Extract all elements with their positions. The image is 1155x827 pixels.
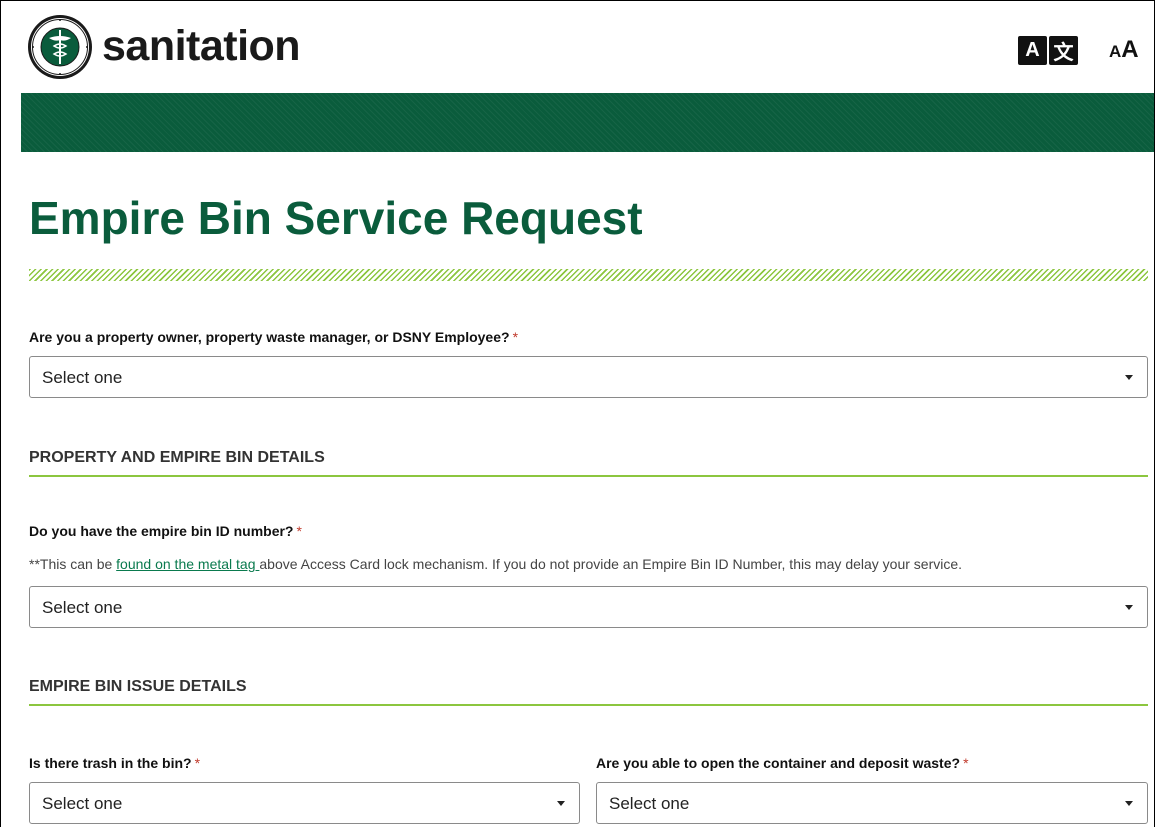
chevron-down-icon bbox=[1125, 375, 1133, 380]
page-title: Empire Bin Service Request bbox=[29, 192, 643, 244]
role-select-value: Select one bbox=[42, 368, 123, 387]
role-question-text: Are you a property owner, property waste… bbox=[29, 329, 510, 345]
header-banner bbox=[21, 93, 1154, 152]
bin-id-question-text: Do you have the empire bin ID number? bbox=[29, 523, 294, 539]
trash-select-value: Select one bbox=[42, 794, 123, 813]
bin-id-select[interactable]: Select one bbox=[29, 586, 1148, 628]
role-select[interactable]: Select one bbox=[29, 356, 1148, 398]
brand-name: sanitation bbox=[102, 22, 301, 70]
translate-button[interactable]: A 文 bbox=[1018, 36, 1080, 66]
text-size-button[interactable]: AA bbox=[1109, 36, 1139, 64]
metal-tag-link[interactable]: found on the metal tag bbox=[116, 556, 259, 572]
open-container-select-value: Select one bbox=[609, 794, 690, 813]
bin-id-question-label: Do you have the empire bin ID number? * bbox=[29, 523, 302, 539]
open-container-select[interactable]: Select one bbox=[596, 782, 1148, 824]
open-question-text: Are you able to open the container and d… bbox=[596, 755, 961, 771]
required-asterisk: * bbox=[194, 755, 201, 771]
required-asterisk: * bbox=[512, 329, 519, 345]
text-size-small-glyph: A bbox=[1109, 42, 1122, 61]
bin-id-select-value: Select one bbox=[42, 598, 123, 617]
bin-id-help-text: **This can be found on the metal tag abo… bbox=[29, 556, 962, 572]
trash-question-label: Is there trash in the bin? * bbox=[29, 755, 200, 771]
browser-viewport: sanitation A 文 AA Empire Bin Service Req… bbox=[0, 0, 1155, 827]
nyc-dsny-seal-icon[interactable] bbox=[27, 14, 93, 80]
required-asterisk: * bbox=[296, 523, 302, 539]
translate-icon-left: A bbox=[1018, 36, 1047, 65]
required-asterisk: * bbox=[963, 755, 969, 771]
chevron-down-icon bbox=[557, 801, 565, 806]
translate-icon-right: 文 bbox=[1049, 36, 1078, 65]
trash-question-text: Is there trash in the bin? bbox=[29, 755, 192, 771]
help-suffix: above Access Card lock mechanism. If you… bbox=[259, 556, 963, 572]
text-size-large-glyph: A bbox=[1121, 36, 1139, 63]
site-header: sanitation A 文 AA bbox=[21, 7, 1154, 93]
chevron-down-icon bbox=[1125, 605, 1133, 610]
role-question-label: Are you a property owner, property waste… bbox=[29, 329, 518, 345]
title-divider bbox=[29, 269, 1148, 281]
trash-select[interactable]: Select one bbox=[29, 782, 580, 824]
help-prefix: **This can be bbox=[29, 556, 117, 572]
section-heading-issue: EMPIRE BIN ISSUE DETAILS bbox=[29, 678, 1148, 706]
chevron-down-icon bbox=[1125, 801, 1133, 806]
open-question-label: Are you able to open the container and d… bbox=[596, 755, 969, 771]
section-heading-property: PROPERTY AND EMPIRE BIN DETAILS bbox=[29, 449, 1148, 477]
